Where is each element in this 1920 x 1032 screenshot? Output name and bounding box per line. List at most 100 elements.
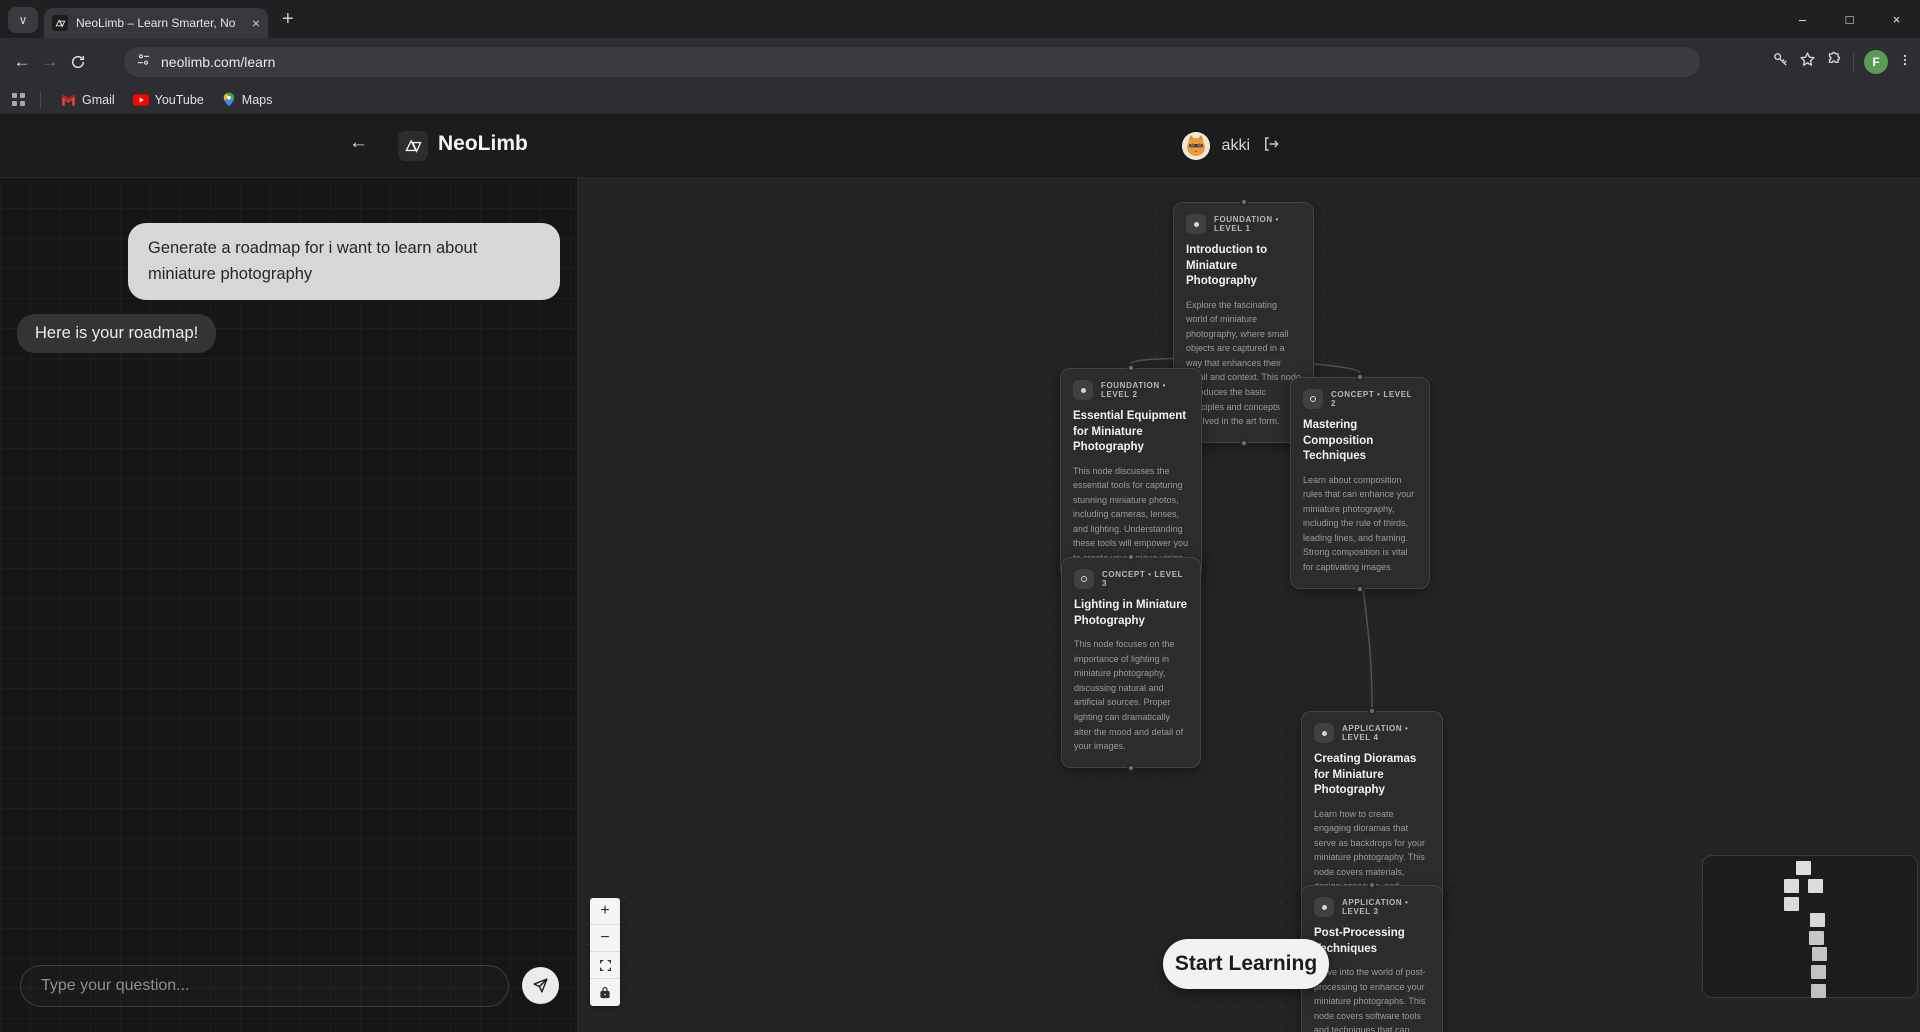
bookmark-star-icon[interactable] <box>1799 51 1816 73</box>
minimap-node <box>1808 879 1823 893</box>
minimap-node <box>1796 861 1811 875</box>
node-title: Mastering Composition Techniques <box>1303 418 1417 465</box>
node-badge: APPLICATION • LEVEL 4 <box>1342 724 1430 742</box>
node-handle[interactable] <box>1127 364 1135 372</box>
toolbar-separator <box>1853 53 1854 71</box>
flow-controls: + − <box>590 898 620 1006</box>
minimap-node <box>1811 965 1826 979</box>
send-button[interactable] <box>522 967 559 1004</box>
bookmark-maps[interactable]: Maps <box>216 92 279 107</box>
zoom-out-button[interactable]: − <box>590 925 620 952</box>
browser-titlebar: ∨ NeoLimb – Learn Smarter, Not × + – □ × <box>0 0 1920 38</box>
maximize-icon[interactable]: □ <box>1826 0 1873 38</box>
node-handle[interactable] <box>1368 881 1376 889</box>
browser-toolbar: ← → neolimb.com/learn F <box>0 38 1920 86</box>
bookmark-youtube[interactable]: YouTube <box>127 93 210 107</box>
user-message-bubble: Generate a roadmap for i want to learn a… <box>128 223 560 300</box>
back-icon[interactable]: ← <box>8 48 36 76</box>
minimap-node <box>1811 984 1826 998</box>
flow-minimap[interactable] <box>1702 855 1918 998</box>
extensions-puzzle-icon[interactable] <box>1826 51 1843 73</box>
bookmarks-separator <box>40 92 41 108</box>
app-header: ← NeoLimb akki <box>0 114 1920 178</box>
window-controls: – □ × <box>1779 0 1920 38</box>
minimap-node <box>1784 897 1799 911</box>
profile-avatar[interactable]: F <box>1864 50 1888 74</box>
app-back-icon[interactable]: ← <box>349 132 368 154</box>
node-badge: FOUNDATION • LEVEL 2 <box>1101 381 1189 399</box>
bookmark-gmail[interactable]: Gmail <box>55 93 121 107</box>
site-info-icon[interactable] <box>136 52 151 72</box>
node-description: Learn about composition rules that can e… <box>1303 473 1417 575</box>
node-handle[interactable] <box>1240 198 1248 206</box>
menu-kebab-icon[interactable] <box>1898 52 1912 73</box>
browser-tab[interactable]: NeoLimb – Learn Smarter, Not × <box>44 8 268 38</box>
node-handle[interactable] <box>1356 373 1364 381</box>
node-handle[interactable] <box>1356 585 1364 593</box>
toolbar-right: F <box>1772 38 1912 86</box>
application-badge-icon <box>1314 723 1334 743</box>
node-description: Explore the fascinating world of miniatu… <box>1186 298 1301 429</box>
roadmap-node-lighting[interactable]: CONCEPT • LEVEL 3 Lighting in Miniature … <box>1061 557 1201 768</box>
password-key-icon[interactable] <box>1772 51 1789 73</box>
close-icon[interactable]: × <box>1873 0 1920 38</box>
logout-icon[interactable] <box>1262 135 1280 158</box>
node-title: Creating Dioramas for Miniature Photogra… <box>1314 752 1430 799</box>
bot-message-bubble: Here is your roadmap! <box>17 314 216 353</box>
lock-button[interactable] <box>590 979 620 1006</box>
neolimb-favicon-icon <box>52 15 68 31</box>
node-title: Introduction to Miniature Photography <box>1186 243 1301 290</box>
foundation-badge-icon <box>1186 214 1206 234</box>
application-badge-icon <box>1314 897 1334 917</box>
node-badge: CONCEPT • LEVEL 2 <box>1331 390 1417 408</box>
minimap-node <box>1812 947 1827 961</box>
url-bar[interactable]: neolimb.com/learn <box>124 47 1700 77</box>
foundation-badge-icon <box>1073 380 1093 400</box>
node-handle[interactable] <box>1127 764 1135 772</box>
neolimb-logo-icon <box>398 131 428 161</box>
fit-view-icon <box>599 959 612 972</box>
minimap-node <box>1809 931 1824 945</box>
question-input[interactable] <box>20 965 509 1007</box>
roadmap-canvas[interactable]: FOUNDATION • LEVEL 1 Introduction to Min… <box>578 178 1920 1032</box>
start-learning-button[interactable]: Start Learning <box>1163 939 1329 989</box>
tab-search-button[interactable]: ∨ <box>8 7 38 33</box>
reload-icon[interactable] <box>64 48 92 76</box>
tab-title: NeoLimb – Learn Smarter, Not <box>76 16 236 30</box>
bookmarks-bar: Gmail YouTube Maps <box>0 86 1920 114</box>
node-handle[interactable] <box>1127 553 1135 561</box>
fit-view-button[interactable] <box>590 952 620 979</box>
paper-plane-icon <box>532 977 549 994</box>
maps-icon <box>222 92 236 107</box>
header-user-area: akki <box>1182 128 1280 164</box>
user-avatar-cat[interactable] <box>1182 132 1210 160</box>
roadmap-node-equipment[interactable]: FOUNDATION • LEVEL 2 Essential Equipment… <box>1060 368 1202 580</box>
youtube-icon <box>133 94 149 106</box>
roadmap-node-composition[interactable]: CONCEPT • LEVEL 2 Mastering Composition … <box>1290 377 1430 589</box>
minimize-icon[interactable]: – <box>1779 0 1826 38</box>
concept-badge-icon <box>1074 569 1094 589</box>
app-title: NeoLimb <box>438 132 528 156</box>
page-content: Generate a roadmap for i want to learn a… <box>0 178 1920 1032</box>
node-description: This node focuses on the importance of l… <box>1074 637 1188 754</box>
minimap-node <box>1810 913 1825 927</box>
node-description: Delve into the world of post-processing … <box>1314 965 1430 1032</box>
chevron-down-icon: ∨ <box>19 13 28 27</box>
node-title: Post-Processing Techniques <box>1314 926 1430 957</box>
node-title: Essential Equipment for Miniature Photog… <box>1073 409 1189 456</box>
lock-icon <box>599 986 611 999</box>
node-description: This node discusses the essential tools … <box>1073 464 1189 566</box>
gmail-icon <box>61 94 76 106</box>
node-handle[interactable] <box>1240 439 1248 447</box>
apps-grid-icon[interactable] <box>12 93 26 107</box>
zoom-in-button[interactable]: + <box>590 898 620 925</box>
concept-badge-icon <box>1303 389 1323 409</box>
node-title: Lighting in Miniature Photography <box>1074 598 1188 629</box>
url-text: neolimb.com/learn <box>161 54 275 70</box>
new-tab-button[interactable]: + <box>282 8 294 31</box>
minimap-node <box>1784 879 1799 893</box>
node-badge: FOUNDATION • LEVEL 1 <box>1214 215 1301 233</box>
forward-icon[interactable]: → <box>36 48 64 76</box>
node-handle[interactable] <box>1368 707 1376 715</box>
tab-close-icon[interactable]: × <box>252 16 260 30</box>
